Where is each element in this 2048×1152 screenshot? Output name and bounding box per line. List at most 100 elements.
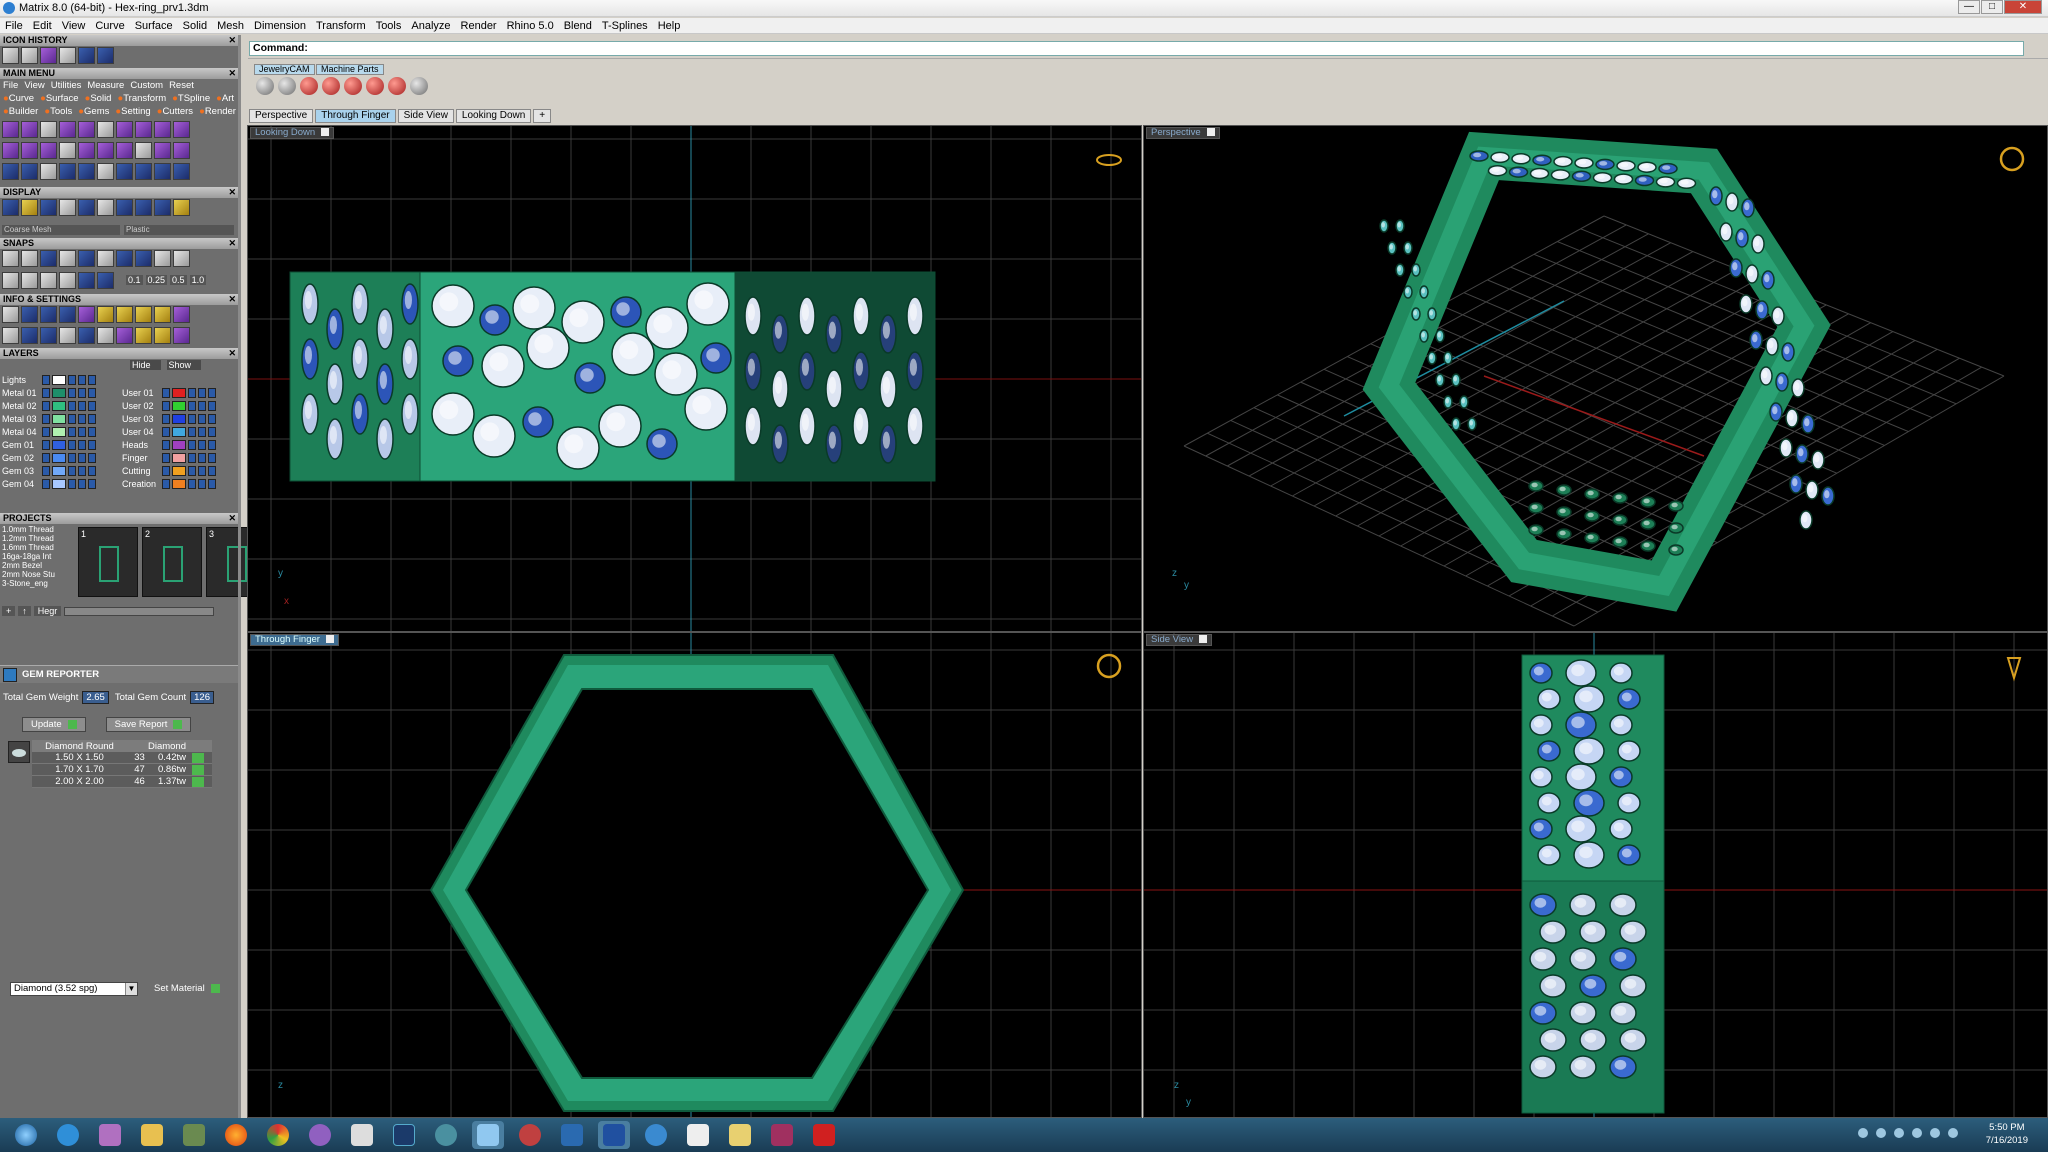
tool-icon[interactable] xyxy=(59,199,76,216)
layer-row[interactable]: Metal 02 xyxy=(2,399,117,412)
gem-row[interactable]: 1.70 X 1.70 47 0.86tw xyxy=(32,764,212,776)
layer-color-swatch[interactable] xyxy=(172,452,186,463)
layer-lock-icon[interactable] xyxy=(68,452,76,463)
layer-row[interactable]: User 01 xyxy=(122,386,237,399)
history-icon[interactable] xyxy=(97,47,114,64)
tool-icon[interactable] xyxy=(366,77,384,95)
tool-icon[interactable] xyxy=(78,306,95,323)
layer-visibility-icon[interactable] xyxy=(198,426,206,437)
tab-jewelrycam[interactable]: JewelryCAM xyxy=(254,64,315,75)
tool-icon[interactable] xyxy=(97,250,114,267)
taskbar-app[interactable] xyxy=(766,1121,798,1149)
tool-icon[interactable] xyxy=(116,121,133,138)
layer-arrow-icon[interactable] xyxy=(162,452,170,463)
material-select[interactable]: Diamond (3.52 spg) ▼ xyxy=(10,982,138,996)
display-material-select[interactable]: Plastic xyxy=(124,225,234,235)
projects-scrollbar[interactable] xyxy=(64,606,215,616)
menu-rhino-5-0[interactable]: Rhino 5.0 xyxy=(502,20,559,32)
project-item[interactable]: 2mm Nose Stu xyxy=(2,570,66,579)
layer-visibility-icon[interactable] xyxy=(78,387,86,398)
tool-icon[interactable] xyxy=(78,163,95,180)
add-icon[interactable]: + xyxy=(2,606,16,616)
layer-lock-icon[interactable] xyxy=(68,374,76,385)
tool-icon[interactable] xyxy=(97,199,114,216)
layer-row[interactable]: User 04 xyxy=(122,425,237,438)
main-menu-item-curve[interactable]: ●Curve xyxy=(3,93,34,104)
tool-icon[interactable] xyxy=(388,77,406,95)
tool-icon[interactable] xyxy=(116,306,133,323)
project-item[interactable]: 3-Stone_eng xyxy=(2,579,66,588)
layer-visibility-icon[interactable] xyxy=(198,439,206,450)
tool-icon[interactable] xyxy=(173,327,190,344)
display-header[interactable]: DISPLAY ✕ xyxy=(0,187,238,198)
project-item[interactable]: 16ga-18ga Int xyxy=(2,552,66,561)
layer-lock-icon[interactable] xyxy=(188,452,196,463)
tool-icon[interactable] xyxy=(40,250,57,267)
tab-perspective[interactable]: Perspective xyxy=(249,109,314,123)
tool-icon[interactable] xyxy=(21,121,38,138)
tool-icon[interactable] xyxy=(78,327,95,344)
taskbar-app[interactable] xyxy=(556,1121,588,1149)
layer-lock-icon[interactable] xyxy=(188,439,196,450)
tool-icon[interactable] xyxy=(154,142,171,159)
tool-icon[interactable] xyxy=(2,199,19,216)
close-icon[interactable]: ✕ xyxy=(228,68,236,79)
tool-icon[interactable] xyxy=(78,199,95,216)
projects-button[interactable]: Hegr xyxy=(33,606,62,616)
project-thumbnail[interactable]: 2 xyxy=(142,527,202,597)
tool-icon[interactable] xyxy=(97,327,114,344)
layer-color-swatch[interactable] xyxy=(172,413,186,424)
layer-lock-icon[interactable] xyxy=(188,426,196,437)
layer-visibility-icon[interactable] xyxy=(78,465,86,476)
minimize-button[interactable]: — xyxy=(1958,0,1980,14)
layer-color-swatch[interactable] xyxy=(172,400,186,411)
layer-select-icon[interactable] xyxy=(208,452,216,463)
tool-icon[interactable] xyxy=(21,142,38,159)
tool-icon[interactable] xyxy=(78,250,95,267)
layer-visibility-icon[interactable] xyxy=(78,452,86,463)
tool-icon[interactable] xyxy=(278,77,296,95)
layers-header[interactable]: LAYERS ✕ xyxy=(0,348,238,359)
taskbar-app[interactable] xyxy=(220,1121,252,1149)
taskbar-app[interactable] xyxy=(388,1121,420,1149)
tool-icon[interactable] xyxy=(410,77,428,95)
taskbar-app[interactable] xyxy=(430,1121,462,1149)
layer-select-icon[interactable] xyxy=(88,439,96,450)
project-item[interactable]: 1.2mm Thread xyxy=(2,534,66,543)
main-menu-item-surface[interactable]: ●Surface xyxy=(40,93,79,104)
tool-icon[interactable] xyxy=(40,306,57,323)
tool-icon[interactable] xyxy=(154,163,171,180)
layer-arrow-icon[interactable] xyxy=(42,452,50,463)
tool-icon[interactable] xyxy=(2,250,19,267)
layer-row[interactable]: Cutting xyxy=(122,464,237,477)
tool-icon[interactable] xyxy=(154,199,171,216)
close-button[interactable]: ✕ xyxy=(2004,0,2042,14)
tool-icon[interactable] xyxy=(40,163,57,180)
tool-icon[interactable] xyxy=(116,163,133,180)
project-item[interactable]: 2mm Bezel xyxy=(2,561,66,570)
layer-row[interactable]: Metal 01 xyxy=(2,386,117,399)
clock[interactable]: 5:50 PM 7/16/2019 xyxy=(1986,1121,2028,1147)
tool-icon[interactable] xyxy=(21,272,38,289)
layer-row[interactable]: Metal 04 xyxy=(2,425,117,438)
main-menu-item-solid[interactable]: ●Solid xyxy=(85,93,112,104)
taskbar-app[interactable] xyxy=(808,1121,840,1149)
layer-arrow-icon[interactable] xyxy=(42,387,50,398)
layer-select-icon[interactable] xyxy=(208,478,216,489)
tool-icon[interactable] xyxy=(154,121,171,138)
command-line[interactable]: Command: xyxy=(249,41,2024,56)
play-icon[interactable] xyxy=(192,752,204,763)
tool-icon[interactable] xyxy=(173,306,190,323)
layer-color-swatch[interactable] xyxy=(52,426,66,437)
main-menu-item-render[interactable]: ●Render xyxy=(199,106,236,117)
info-settings-header[interactable]: INFO & SETTINGS ✕ xyxy=(0,294,238,305)
close-icon[interactable]: ✕ xyxy=(228,348,236,359)
main-menu-header[interactable]: MAIN MENU ✕ xyxy=(0,68,238,79)
close-icon[interactable]: ✕ xyxy=(228,35,236,46)
tool-icon[interactable] xyxy=(21,163,38,180)
layer-lock-icon[interactable] xyxy=(68,426,76,437)
taskbar-app[interactable] xyxy=(472,1121,504,1149)
layer-visibility-icon[interactable] xyxy=(78,439,86,450)
taskbar-app[interactable] xyxy=(514,1121,546,1149)
tool-icon[interactable] xyxy=(300,77,318,95)
